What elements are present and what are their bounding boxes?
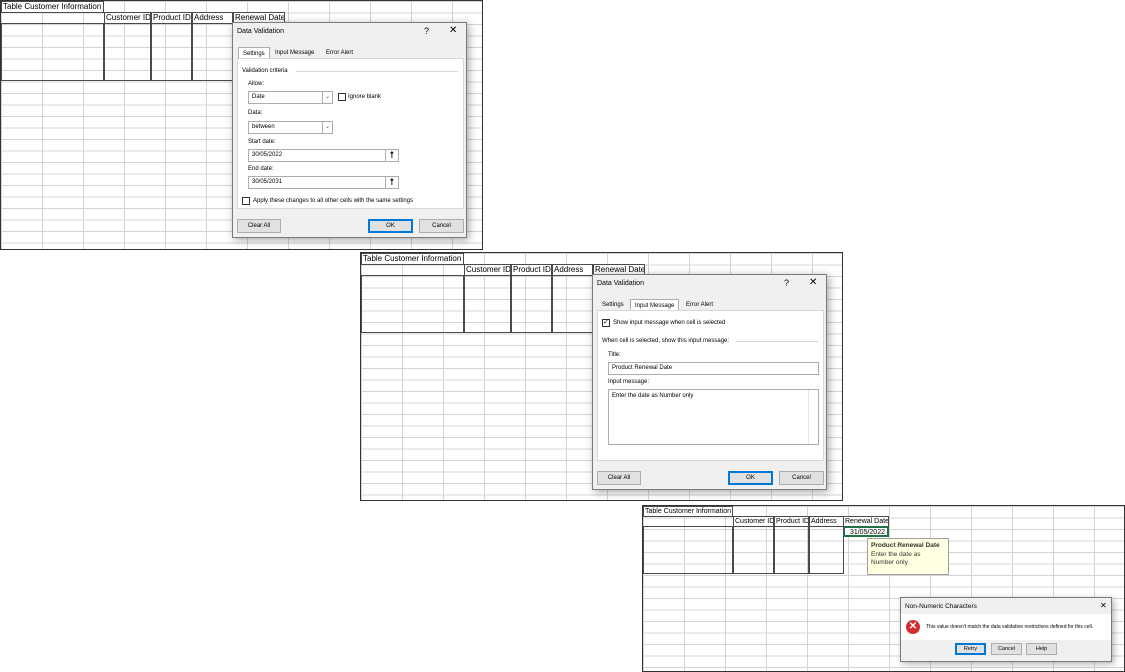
table-title-cell[interactable]: Table Customer Information <box>361 253 464 265</box>
cancel-button[interactable]: Cancel <box>419 219 464 233</box>
tab-panel: ✓ Show input message when cell is select… <box>597 310 824 461</box>
section-divider <box>736 341 818 342</box>
error-icon: ✕ <box>906 620 920 634</box>
title-value: Product Renewal Date <box>612 365 673 371</box>
error-dialog-title: Non-Numeric Characters <box>905 603 977 610</box>
retry-button[interactable]: Retry <box>955 643 986 655</box>
apply-all-checkbox[interactable] <box>242 197 250 205</box>
title-input[interactable]: Product Renewal Date <box>608 362 819 375</box>
table-title-cell[interactable]: Table Customer Information <box>1 1 104 13</box>
tooltip-title: Product Renewal Date <box>871 542 940 549</box>
close-icon[interactable]: ✕ <box>449 25 457 36</box>
help-icon[interactable]: ? <box>784 278 789 288</box>
help-button[interactable]: Help <box>1026 643 1057 655</box>
data-validation-dialog-settings: Data Validation ? ✕ Settings Input Messa… <box>232 22 467 238</box>
spreadsheet-panel-1: Table Customer Information Customer ID P… <box>0 0 483 250</box>
section-divider <box>296 71 458 72</box>
table-row[interactable] <box>733 526 774 574</box>
clear-all-button[interactable]: Clear All <box>237 219 281 233</box>
tooltip-body: Enter the date as Number only <box>871 550 921 567</box>
input-message-textarea[interactable]: Enter the date as Number only <box>608 389 819 445</box>
start-date-value: 30/05/2022 <box>252 152 283 158</box>
clear-all-button[interactable]: Clear All <box>597 471 641 485</box>
error-message: This value doesn't match the data valida… <box>926 624 1094 630</box>
help-icon[interactable]: ? <box>424 26 429 36</box>
start-date-label: Start date: <box>248 139 276 145</box>
table-row[interactable] <box>643 526 733 574</box>
ok-button[interactable]: OK <box>728 471 773 485</box>
close-icon[interactable]: ✕ <box>1100 601 1107 610</box>
dialog-title: Data Validation <box>597 280 644 287</box>
start-date-input[interactable]: 30/05/2022 ⭡ <box>248 149 399 162</box>
tab-panel: Validation criteria Allow: Date ⌄ Ignore… <box>237 58 464 209</box>
data-validation-dialog-input-message: Data Validation ? ✕ Settings Input Messa… <box>592 274 827 490</box>
input-message-tooltip: Product Renewal Date Enter the date as N… <box>867 538 949 575</box>
cancel-button[interactable]: Cancel <box>991 643 1022 655</box>
show-message-checkbox[interactable]: ✓ <box>602 319 610 327</box>
spreadsheet-panel-3: Table Customer Information Customer ID P… <box>642 505 1125 672</box>
apply-all-label[interactable]: Apply these changes to all other cells w… <box>253 198 413 204</box>
when-selected-label: When cell is selected, show this input m… <box>602 338 730 344</box>
input-message-value: Enter the date as Number only <box>612 393 694 399</box>
spreadsheet-panel-2: Table Customer Information Customer ID P… <box>360 252 843 501</box>
end-date-value: 30/05/2031 <box>252 179 283 185</box>
table-row[interactable] <box>809 526 844 574</box>
scrollbar[interactable] <box>808 390 818 444</box>
allow-value: Date <box>252 94 265 100</box>
table-row[interactable] <box>361 275 464 333</box>
table-row[interactable] <box>192 23 233 81</box>
table-row[interactable] <box>104 23 151 81</box>
allow-label: Allow: <box>248 81 265 87</box>
data-select[interactable]: between ⌄ <box>248 121 333 134</box>
table-title-cell[interactable]: Table Customer Information <box>643 506 733 517</box>
data-label: Data: <box>248 110 263 116</box>
range-picker-icon[interactable]: ⭡ <box>385 177 398 188</box>
end-date-input[interactable]: 30/05/2031 ⭡ <box>248 176 399 189</box>
ok-button[interactable]: OK <box>368 219 413 233</box>
validation-criteria-label: Validation criteria <box>242 68 288 74</box>
renewal-date-cell[interactable]: 31/05/2022 <box>843 526 889 537</box>
cancel-button[interactable]: Cancel <box>779 471 824 485</box>
chevron-down-icon[interactable]: ⌄ <box>322 122 332 133</box>
table-row[interactable] <box>151 23 192 81</box>
ignore-blank-label[interactable]: Ignore blank <box>348 94 381 100</box>
table-row[interactable] <box>511 275 552 333</box>
dialog-title: Data Validation <box>237 28 284 35</box>
error-alert-dialog: Non-Numeric Characters ✕ ✕ This value do… <box>900 597 1112 662</box>
chevron-down-icon[interactable]: ⌄ <box>322 92 332 103</box>
ignore-blank-checkbox[interactable] <box>338 93 346 101</box>
data-value: between <box>252 124 275 130</box>
range-picker-icon[interactable]: ⭡ <box>385 150 398 161</box>
table-row[interactable] <box>552 275 593 333</box>
table-row[interactable] <box>774 526 809 574</box>
table-row[interactable] <box>464 275 511 333</box>
end-date-label: End date: <box>248 166 274 172</box>
close-icon[interactable]: ✕ <box>809 277 817 288</box>
title-label: Title: <box>608 352 621 358</box>
show-message-label[interactable]: Show input message when cell is selected <box>613 320 725 326</box>
input-message-label: Input message: <box>608 379 650 385</box>
allow-select[interactable]: Date ⌄ <box>248 91 333 104</box>
table-row[interactable] <box>1 23 104 81</box>
